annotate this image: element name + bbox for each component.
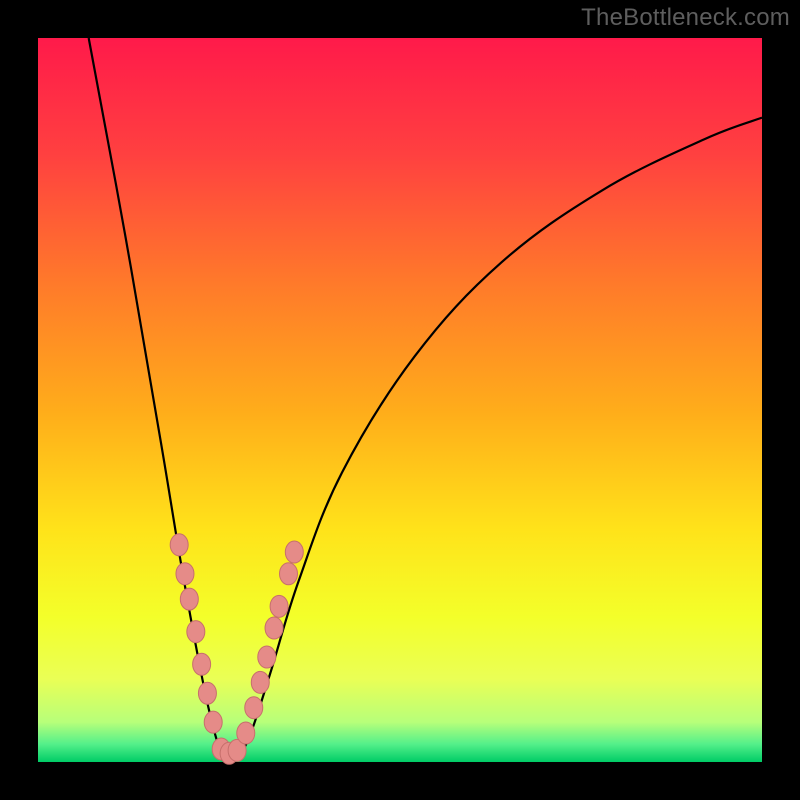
marker-dot: [280, 563, 298, 585]
marker-dot: [251, 671, 269, 693]
chart-svg: [0, 0, 800, 800]
marker-dot: [170, 534, 188, 556]
watermark-text: TheBottleneck.com: [581, 4, 790, 32]
marker-dot: [258, 646, 276, 668]
marker-dot: [270, 595, 288, 617]
marker-dot: [176, 563, 194, 585]
marker-dot: [187, 621, 205, 643]
marker-dot: [245, 697, 263, 719]
marker-dot: [198, 682, 216, 704]
marker-dot: [237, 722, 255, 744]
marker-dot: [180, 588, 198, 610]
marker-dot: [265, 617, 283, 639]
chart-plot-area: [38, 38, 762, 762]
chart-stage: TheBottleneck.com: [0, 0, 800, 800]
marker-dot: [204, 711, 222, 733]
marker-dot: [193, 653, 211, 675]
marker-dot: [285, 541, 303, 563]
